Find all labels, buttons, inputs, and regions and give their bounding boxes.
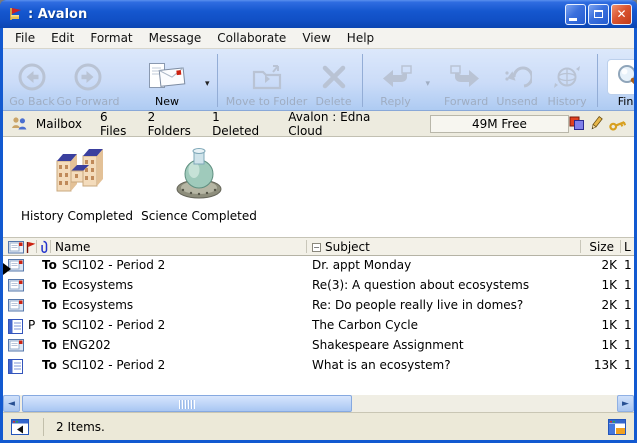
maximize-button[interactable]	[588, 4, 609, 25]
status-bar: 2 Items.	[3, 412, 634, 440]
statusbar-divider	[43, 418, 44, 436]
go-forward-button[interactable]: Go Forward	[57, 51, 119, 110]
toolbar-separator	[217, 54, 218, 107]
scrollbar-thumb[interactable]	[22, 395, 352, 412]
collapse-icon[interactable]: −	[312, 243, 321, 252]
column-header-subject[interactable]: −Subject	[312, 240, 370, 254]
message-row[interactable]: To Ecosystems Re(3): A question about ec…	[3, 276, 634, 296]
menu-message[interactable]: Message	[141, 29, 210, 47]
menu-bar: File Edit Format Message Collaborate Vie…	[3, 28, 634, 49]
reply-icon	[376, 59, 416, 95]
titlebar[interactable]: : Avalon ✕	[0, 0, 637, 28]
shortcuts-pane: History Completed	[3, 137, 634, 237]
shortcut-label: History Completed	[13, 209, 141, 223]
split-view-icon[interactable]	[608, 419, 626, 435]
current-row-marker	[3, 263, 11, 275]
infobar-files: 6 Files	[100, 110, 138, 138]
horizontal-scrollbar[interactable]: ◄ ►	[3, 395, 634, 412]
app-window: : Avalon ✕ File Edit Format Message Coll…	[0, 0, 637, 443]
menu-file[interactable]: File	[7, 29, 43, 47]
window-title: : Avalon	[28, 7, 563, 22]
new-message-icon	[148, 59, 186, 95]
document-icon	[8, 359, 23, 374]
message-row[interactable]: P To SCI102 - Period 2 The Carbon Cycle …	[3, 316, 634, 336]
find-icon	[607, 59, 634, 95]
toolbar-separator	[597, 54, 598, 107]
app-icon	[7, 6, 24, 22]
reply-dropdown-arrow[interactable]: ▾	[426, 73, 431, 89]
menu-edit[interactable]: Edit	[43, 29, 82, 47]
menu-format[interactable]: Format	[82, 29, 140, 47]
list-header: Name −Subject Size L	[3, 237, 634, 256]
forward-button[interactable]: Forward	[440, 51, 492, 110]
shortcut-science-completed[interactable]: Science Completed	[135, 145, 263, 223]
infobar-folders: 2 Folders	[148, 110, 203, 138]
infobar-title: Mailbox	[36, 117, 82, 131]
infobar-account: Avalon : Edna Cloud	[288, 110, 408, 138]
attachment-column-icon[interactable]	[39, 240, 48, 254]
message-icon	[8, 339, 24, 352]
mailbox-content: History Completed	[3, 137, 634, 412]
column-header-name[interactable]: Name	[55, 240, 90, 254]
move-to-folder-icon	[251, 59, 283, 95]
pencil-icon[interactable]	[590, 116, 603, 131]
close-button[interactable]: ✕	[611, 4, 632, 25]
message-row[interactable]: To Ecosystems Re: Do people really live …	[3, 296, 634, 316]
items-count: 2 Items.	[56, 420, 105, 434]
unsend-icon	[502, 59, 532, 95]
go-forward-icon	[73, 59, 103, 95]
building-icon	[49, 145, 105, 201]
new-dropdown-arrow[interactable]: ▾	[205, 73, 210, 89]
shortcut-history-completed[interactable]: History Completed	[13, 145, 141, 223]
menu-collaborate[interactable]: Collaborate	[209, 29, 294, 47]
key-icon[interactable]	[608, 116, 626, 131]
message-icon	[8, 299, 24, 312]
scroll-right-button[interactable]: ►	[617, 395, 634, 412]
new-button[interactable]: New	[131, 51, 203, 110]
history-icon	[552, 59, 582, 95]
mailbox-info-bar: Mailbox 6 Files 2 Folders 1 Deleted Aval…	[3, 111, 634, 137]
menu-view[interactable]: View	[294, 29, 338, 47]
go-back-icon	[17, 59, 47, 95]
find-button[interactable]: Find	[603, 51, 634, 110]
message-column-icon[interactable]	[8, 241, 24, 254]
message-row[interactable]: To SCI102 - Period 2 Dr. appt Monday 2K …	[3, 256, 634, 276]
message-row[interactable]: To ENG202 Shakespeare Assignment 1K 1	[3, 336, 634, 356]
shortcut-label: Science Completed	[135, 209, 263, 223]
message-row[interactable]: To SCI102 - Period 2 What is an ecosyste…	[3, 356, 634, 376]
toolbar: Go Back Go Forward	[3, 49, 634, 111]
reply-button[interactable]: Reply	[368, 51, 424, 110]
delete-icon	[320, 59, 348, 95]
column-header-truncated[interactable]: L	[624, 240, 633, 254]
delete-button[interactable]: Delete	[311, 51, 357, 110]
toolbar-separator	[362, 54, 363, 107]
history-button[interactable]: History	[542, 51, 592, 110]
column-header-size[interactable]: Size	[589, 240, 614, 254]
mailbox-icon	[11, 116, 28, 131]
flag-column-icon[interactable]	[26, 241, 36, 254]
message-list: To SCI102 - Period 2 Dr. appt Monday 2K …	[3, 256, 634, 376]
infobar-deleted: 1 Deleted	[212, 110, 270, 138]
message-icon	[8, 279, 24, 292]
go-back-button[interactable]: Go Back	[7, 51, 57, 110]
document-icon	[8, 319, 23, 334]
menu-help[interactable]: Help	[339, 29, 382, 47]
minimize-button[interactable]	[565, 4, 586, 25]
layers-icon[interactable]	[569, 116, 585, 131]
scroll-left-button[interactable]: ◄	[3, 395, 20, 412]
free-space-indicator: 49M Free	[430, 115, 569, 133]
unsend-button[interactable]: Unsend	[492, 51, 542, 110]
move-to-folder-button[interactable]: Move to Folder	[223, 51, 311, 110]
toggle-left-pane-icon[interactable]	[11, 419, 29, 435]
flask-icon	[171, 145, 227, 201]
forward-message-icon	[446, 59, 486, 95]
